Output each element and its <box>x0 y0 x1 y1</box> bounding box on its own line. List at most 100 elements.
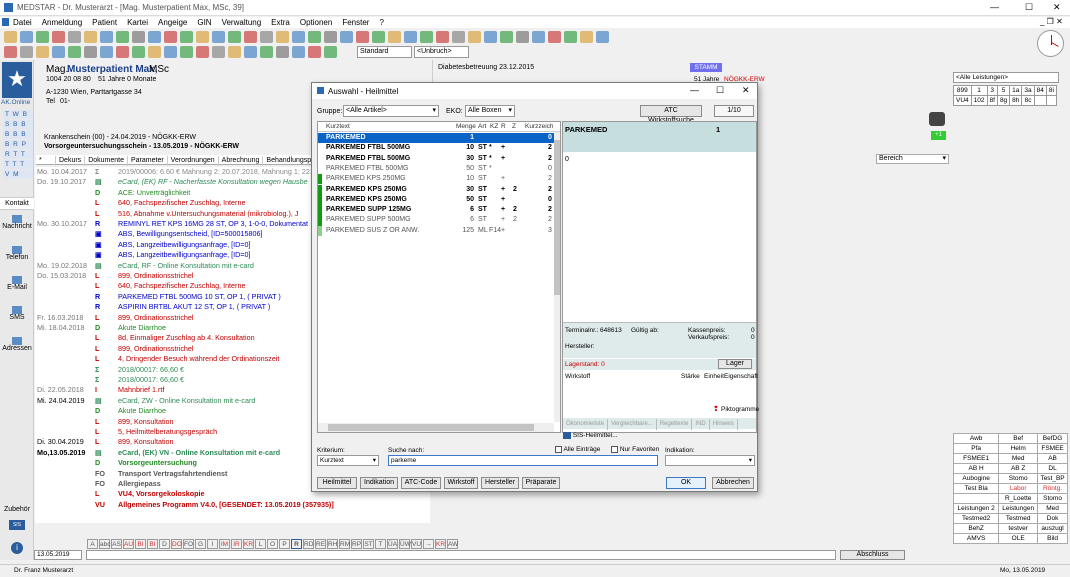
leistung-cell[interactable]: 5 <box>996 85 1011 96</box>
entry-input[interactable] <box>86 550 836 560</box>
nav-email[interactable]: E-Mail <box>0 276 34 291</box>
dialog-tab-button[interactable]: ATC-Code <box>401 477 441 489</box>
letter-button[interactable]: RM <box>339 539 350 549</box>
menu-item[interactable]: Optionen <box>300 18 332 27</box>
toolbar-icon[interactable] <box>164 31 177 43</box>
record-row[interactable]: VU Allgemeines Programm V4.0, [GESENDET: … <box>35 500 405 510</box>
quick-letter-row[interactable]: B R P <box>3 140 33 149</box>
plus-one-badge[interactable]: +1 <box>931 131 946 140</box>
letter-button[interactable]: RP <box>351 539 362 549</box>
toolbar-icon[interactable] <box>100 46 113 58</box>
toolbar-icon[interactable] <box>180 31 193 43</box>
letter-button[interactable]: T <box>375 539 386 549</box>
toolbar-icon[interactable] <box>52 46 65 58</box>
leistung-cell[interactable]: 8g <box>996 95 1011 106</box>
toolbar-icon[interactable] <box>228 31 241 43</box>
letter-button[interactable]: ÜA <box>387 539 398 549</box>
leistung-button[interactable]: auszugl <box>1037 523 1068 534</box>
leistung-button[interactable]: testver <box>998 523 1039 534</box>
sis-icon[interactable]: SIS <box>0 520 34 530</box>
toolbar-icon[interactable] <box>212 46 225 58</box>
letter-button[interactable]: G <box>195 539 206 549</box>
nur-favoriten-checkbox[interactable]: Nur Favoriten <box>611 446 659 453</box>
leistung-button[interactable]: Bef <box>998 433 1039 444</box>
letter-button[interactable]: FO <box>183 539 194 549</box>
letter-button[interactable]: IM <box>219 539 230 549</box>
toolbar-icon[interactable] <box>388 31 401 43</box>
leistung-button[interactable]: Dok <box>1037 513 1068 524</box>
nav-nachricht[interactable]: Nachricht <box>0 215 34 230</box>
toolbar-icon[interactable] <box>308 46 321 58</box>
letter-button[interactable]: I <box>207 539 218 549</box>
toolbar-icon[interactable] <box>420 31 433 43</box>
toolbar-icon[interactable] <box>20 46 33 58</box>
leistung-button[interactable]: Helm <box>998 443 1039 454</box>
scanner-icon[interactable] <box>929 112 945 126</box>
leistung-button[interactable]: Med <box>998 453 1039 464</box>
heilmittel-row[interactable]: PARKEMED KPS 250MG 30 ST +2 2 <box>318 184 556 195</box>
dialog-tab-button[interactable]: Wirkstoff <box>444 477 478 489</box>
mdi-restore[interactable]: _ ❐ ✕ <box>1040 17 1063 26</box>
leistung-button[interactable]: Leistungen 2 <box>952 503 1000 514</box>
leistung-button[interactable]: AB H <box>952 463 1000 474</box>
leistung-cell[interactable]: 8f <box>986 95 998 106</box>
leistung-cell[interactable] <box>1033 95 1047 106</box>
dialog-maximize-button[interactable]: ☐ <box>716 85 724 96</box>
toolbar-icon[interactable] <box>452 31 465 43</box>
toolbar-icon[interactable] <box>500 31 513 43</box>
leistung-cell[interactable]: 3a <box>1021 85 1035 96</box>
toolbar-icon[interactable] <box>148 31 161 43</box>
leistung-button[interactable]: Bild <box>1037 533 1068 544</box>
nav-sms[interactable]: SMS <box>0 306 34 321</box>
tab-0[interactable]: * <box>36 156 56 166</box>
letter-button[interactable]: BI <box>147 539 158 549</box>
toolbar-icon[interactable] <box>564 31 577 43</box>
letter-button[interactable]: → <box>423 539 434 549</box>
toolbar-icon[interactable] <box>276 46 289 58</box>
leistung-button[interactable]: Testmed <box>998 513 1039 524</box>
kriterium-select[interactable]: Kurztext ▾ <box>317 455 379 466</box>
dialog-tab-button[interactable]: Präparate <box>522 477 560 489</box>
quick-letter-row[interactable]: B B B <box>3 130 33 139</box>
heilmittel-row[interactable]: PARKEMED 1 0 <box>318 133 556 144</box>
menu-item[interactable]: Anmeldung <box>42 18 82 27</box>
toolbar-icon[interactable] <box>36 31 49 43</box>
nav-adressen[interactable]: Adressen <box>0 337 34 352</box>
menu-item[interactable]: ? <box>379 18 383 27</box>
toolbar-icon[interactable] <box>36 46 49 58</box>
menu-item[interactable]: Fenster <box>342 18 369 27</box>
nav-telefon[interactable]: Telefon <box>0 246 34 261</box>
krankenschein[interactable]: Krankenschein (00) - 24.04.2019 - NÖGKK-… <box>44 134 196 141</box>
info-tab[interactable]: Hinweis <box>710 419 738 430</box>
letter-button[interactable]: IR <box>231 539 242 549</box>
leistung-cell[interactable]: 8h <box>1009 95 1023 106</box>
leistung-button[interactable]: Labor <box>998 483 1039 494</box>
heilmittel-row[interactable]: PARKEMED SUPP 500MG 6 ST +2 2 <box>318 215 556 226</box>
leistung-button[interactable]: OLE <box>998 533 1039 544</box>
info-tab[interactable]: Vergleichbare... <box>608 419 657 430</box>
letter-button[interactable]: ÜW <box>399 539 411 549</box>
info-tab[interactable]: Ökonomieliste <box>563 419 609 430</box>
toolbar-icon[interactable] <box>132 46 145 58</box>
leistung-cell[interactable]: 84 <box>1033 85 1047 96</box>
lager-button[interactable]: Lager <box>718 359 752 369</box>
leistung-button[interactable]: AMVS <box>952 533 1000 544</box>
toolbar-icon[interactable] <box>596 31 609 43</box>
toolbar-icon[interactable] <box>84 31 97 43</box>
toolbar-icon[interactable] <box>4 46 17 58</box>
quick-letter-row[interactable]: R T T <box>3 150 33 159</box>
quick-letter-row[interactable]: S B B <box>3 120 33 129</box>
dialog-tab-button[interactable]: Hersteller <box>481 477 519 489</box>
letter-button[interactable]: VU <box>411 539 422 549</box>
leistung-button[interactable]: Leistungen <box>998 503 1039 514</box>
leistung-button[interactable]: R_Loette <box>998 493 1039 504</box>
quick-letter-row[interactable]: T T T <box>3 160 33 169</box>
toolbar-icon[interactable] <box>20 31 33 43</box>
heilmittel-row[interactable]: PARKEMED SUS Z OR ANW. 125 ML F14 +3 <box>318 225 556 236</box>
letter-button[interactable]: BI <box>135 539 146 549</box>
abschluss-button[interactable]: Abschluss <box>840 550 905 560</box>
list-hscrollbar[interactable] <box>318 423 554 432</box>
leistung-button[interactable]: Aubogine <box>952 473 1000 484</box>
leistung-button[interactable]: Röntg. <box>1037 483 1068 494</box>
menu-item[interactable]: Datei <box>13 18 32 27</box>
